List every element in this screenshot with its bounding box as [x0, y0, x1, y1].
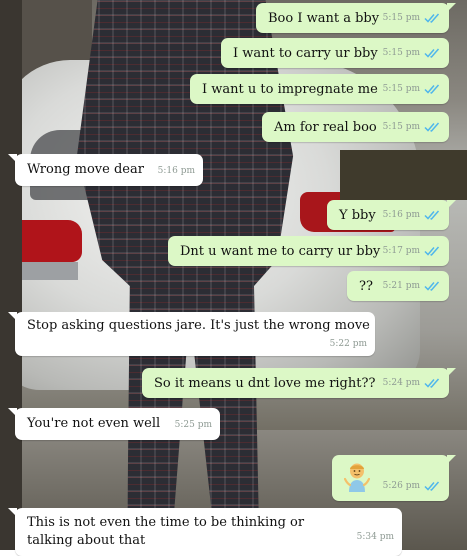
message-text: You're not even well: [27, 416, 161, 431]
shrug-icon: [343, 463, 371, 492]
message-time: 5:22 pm: [329, 339, 367, 349]
message-bubble-incoming[interactable]: You're not even well 5:25 pm: [8, 408, 220, 440]
double-check-icon: [424, 378, 440, 388]
message-text: This is not even the time to be thinking…: [27, 515, 305, 548]
message-text: I want to carry ur bby: [233, 46, 378, 61]
message-time: 5:21 pm: [382, 281, 420, 291]
message-time: 5:25 pm: [174, 420, 212, 430]
double-check-icon: [424, 84, 440, 94]
double-check-icon: [424, 481, 440, 491]
message-bubble-outgoing[interactable]: Y bby 5:16 pm: [327, 200, 456, 230]
message-meta: 5:15 pm: [383, 118, 441, 136]
message-meta: 5:16 pm: [158, 162, 195, 180]
message-bubble-outgoing[interactable]: Dnt u want me to carry ur bby 5:17 pm: [168, 236, 449, 266]
message-bubble-incoming[interactable]: Wrong move dear 5:16 pm: [8, 154, 203, 186]
double-check-icon: [424, 48, 440, 58]
message-text: Y bby: [339, 208, 376, 223]
message-time: 5:15 pm: [382, 84, 420, 94]
message-bubble-outgoing[interactable]: Boo I want a bby 5:15 pm: [256, 3, 456, 33]
message-bubble-incoming[interactable]: Stop asking questions jare. It's just th…: [8, 312, 375, 356]
message-time: 5:34 pm: [356, 532, 394, 542]
message-bubble-outgoing[interactable]: ?? 5:21 pm: [347, 271, 449, 301]
message-text: Stop asking questions jare. It's just th…: [27, 318, 370, 333]
message-time: 5:24 pm: [382, 378, 420, 388]
message-meta: 5:34 pm: [357, 528, 394, 546]
double-check-icon: [424, 246, 440, 256]
message-time: 5:16 pm: [382, 210, 420, 220]
message-time: 5:15 pm: [382, 13, 420, 23]
double-check-icon: [424, 13, 440, 23]
message-bubble-outgoing[interactable]: So it means u dnt love me right?? 5:24 p…: [142, 368, 456, 398]
message-text: Dnt u want me to carry ur bby: [180, 244, 381, 259]
message-meta: 5:25 pm: [175, 416, 212, 434]
message-text: Wrong move dear: [27, 162, 144, 177]
message-bubble-incoming[interactable]: This is not even the time to be thinking…: [8, 508, 402, 556]
message-bubble-outgoing[interactable]: I want u to impregnate me 5:15 pm: [190, 74, 449, 104]
message-time: 5:15 pm: [382, 122, 420, 132]
double-check-icon: [424, 281, 440, 291]
message-meta: 5:24 pm: [383, 374, 441, 392]
message-meta: 5:17 pm: [383, 242, 441, 260]
message-meta: 5:15 pm: [383, 80, 441, 98]
message-meta: 5:26 pm: [383, 477, 441, 495]
message-time: 5:16 pm: [157, 166, 195, 176]
message-text: Am for real boo: [274, 120, 377, 135]
message-text: Boo I want a bby: [268, 11, 380, 26]
message-bubble-outgoing[interactable]: I want to carry ur bby 5:15 pm: [221, 38, 449, 68]
double-check-icon: [424, 122, 440, 132]
message-meta: 5:15 pm: [383, 44, 441, 62]
message-meta: 5:21 pm: [383, 277, 441, 295]
message-bubble-outgoing[interactable]: 5:26 pm: [332, 455, 456, 501]
chat-thread[interactable]: Boo I want a bby 5:15 pm I want to carry…: [0, 0, 467, 556]
message-text: ??: [359, 279, 373, 294]
message-time: 5:26 pm: [382, 481, 420, 491]
message-text: I want u to impregnate me: [202, 82, 378, 97]
person-shrugging-emoji: [343, 462, 371, 492]
message-time: 5:15 pm: [382, 48, 420, 58]
double-check-icon: [424, 210, 440, 220]
message-time: 5:17 pm: [382, 246, 420, 256]
message-meta: 5:15 pm: [383, 9, 441, 27]
message-text: So it means u dnt love me right??: [154, 376, 376, 391]
message-bubble-outgoing[interactable]: Am for real boo 5:15 pm: [262, 112, 449, 142]
message-meta: 5:22 pm: [330, 335, 367, 353]
message-meta: 5:16 pm: [383, 206, 441, 224]
